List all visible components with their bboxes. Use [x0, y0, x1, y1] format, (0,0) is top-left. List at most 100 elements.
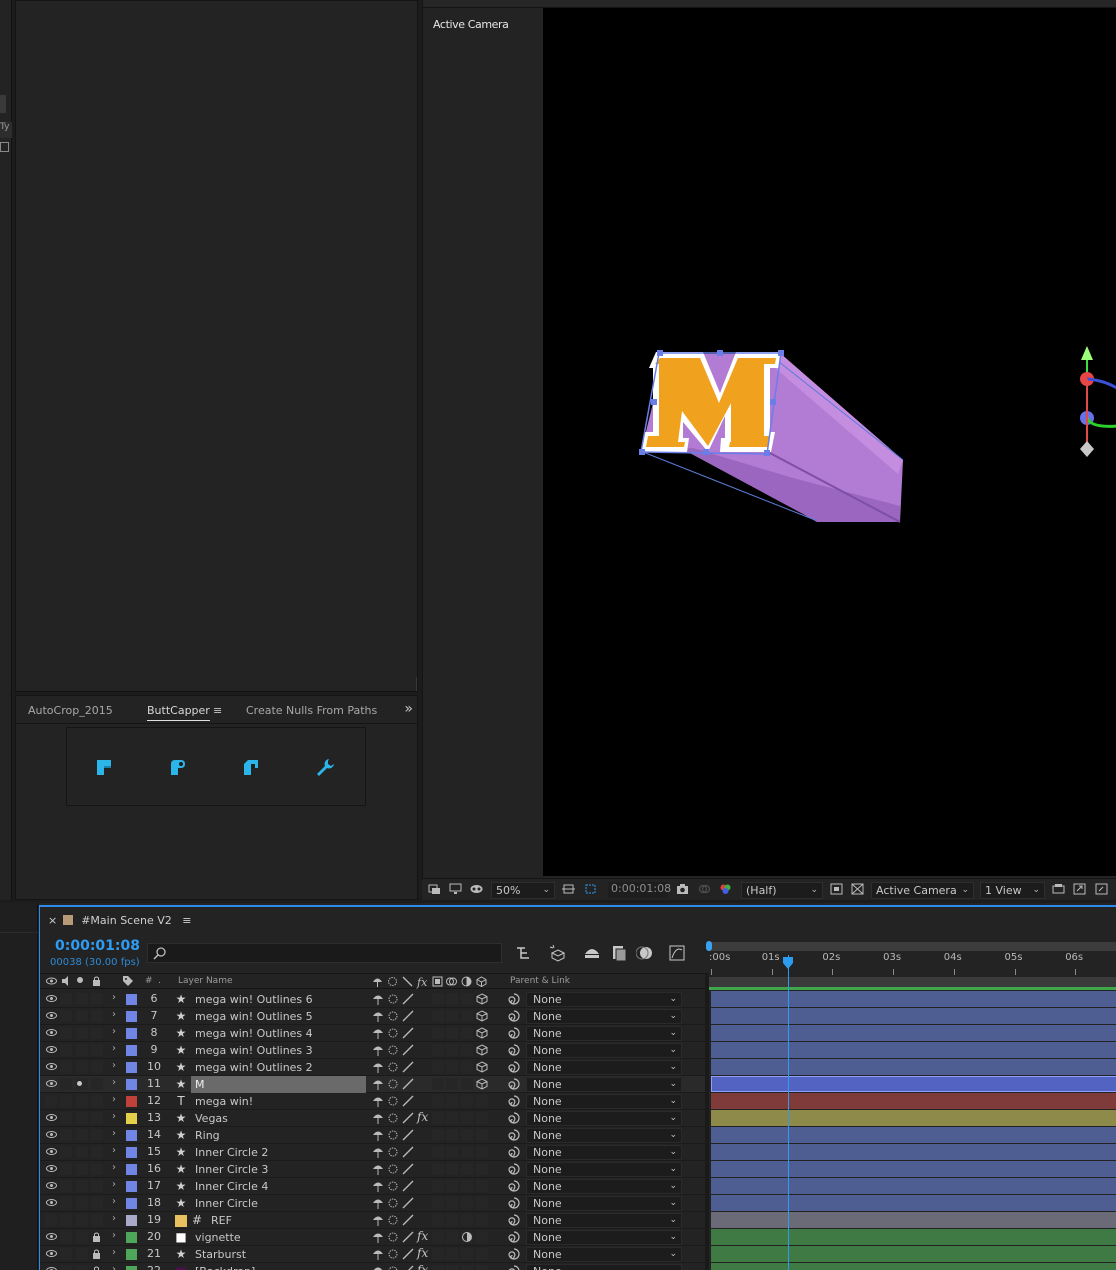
- eye-icon[interactable]: [46, 1199, 57, 1206]
- tab-buttcapper[interactable]: ButtCapper: [147, 704, 210, 721]
- quality-switch-icon[interactable]: [402, 1180, 414, 1192]
- lock-icon[interactable]: [92, 976, 101, 986]
- 3d-cube-icon[interactable]: [476, 1061, 488, 1073]
- audio-icon[interactable]: [61, 976, 72, 986]
- chevron-right-icon[interactable]: ›: [112, 992, 116, 1003]
- switch-box[interactable]: [432, 1061, 444, 1073]
- switch-box[interactable]: [76, 1180, 88, 1192]
- lock-switch-empty[interactable]: [91, 1180, 103, 1192]
- switch-box[interactable]: [76, 1112, 88, 1124]
- label-color[interactable]: [126, 1079, 137, 1090]
- quality-switch-icon[interactable]: [402, 1078, 414, 1090]
- tab-autocrop[interactable]: AutoCrop_2015: [28, 704, 113, 717]
- eye-icon[interactable]: [46, 1063, 57, 1070]
- layer-row[interactable]: › 13 ★ Vegas fx None ⌄: [40, 1110, 709, 1127]
- layer-duration-bar[interactable]: [711, 1008, 1116, 1024]
- switch-box[interactable]: [446, 1129, 458, 1141]
- switch-box[interactable]: [60, 1129, 72, 1141]
- layer-name[interactable]: mega win! Outlines 5: [191, 1008, 366, 1025]
- eye-icon[interactable]: [46, 1250, 57, 1257]
- switch-box[interactable]: [446, 1044, 458, 1056]
- chevron-right-icon[interactable]: ›: [112, 1230, 116, 1241]
- switch-box[interactable]: [461, 993, 473, 1005]
- switch-box[interactable]: [446, 1027, 458, 1039]
- monitor-icon[interactable]: [449, 883, 462, 895]
- resolution-dropdown[interactable]: (Half) ⌄: [741, 882, 823, 899]
- switch-box[interactable]: [432, 1027, 444, 1039]
- switch-box[interactable]: [461, 1197, 473, 1209]
- quality-switch-icon[interactable]: [402, 1010, 414, 1022]
- layer-row[interactable]: › 19 # REF None ⌄: [40, 1212, 709, 1229]
- time-navigator[interactable]: [706, 941, 1116, 951]
- layer-duration-bar[interactable]: [711, 1246, 1116, 1262]
- switch-box[interactable]: [476, 1265, 488, 1270]
- quality-switch-icon[interactable]: [402, 1163, 414, 1175]
- label-color[interactable]: [126, 1215, 137, 1226]
- label-color[interactable]: [126, 1249, 137, 1260]
- label-color[interactable]: [126, 1147, 137, 1158]
- switch-box[interactable]: [76, 1265, 88, 1270]
- layer-name[interactable]: Inner Circle 2: [191, 1144, 366, 1161]
- chevron-right-icon[interactable]: ›: [112, 1111, 116, 1122]
- collapse-switch-icon[interactable]: [387, 993, 399, 1005]
- shy-switch-icon[interactable]: [372, 993, 384, 1005]
- lock-switch-empty[interactable]: [91, 1129, 103, 1141]
- label-color[interactable]: [126, 1181, 137, 1192]
- chevron-right-icon[interactable]: ›: [112, 1077, 116, 1088]
- hierarchy-icon[interactable]: [0, 142, 9, 152]
- layer-name[interactable]: Inner Circle 3: [191, 1161, 366, 1178]
- transparency-grid-icon[interactable]: [851, 883, 864, 895]
- layer-duration-bar[interactable]: [711, 1178, 1116, 1194]
- butt-cap-icon[interactable]: [93, 756, 115, 778]
- pick-whip-icon[interactable]: [507, 1196, 521, 1210]
- chevron-right-icon[interactable]: ›: [112, 1128, 116, 1139]
- switch-box[interactable]: [432, 1095, 444, 1107]
- switch-box[interactable]: [76, 1197, 88, 1209]
- chevron-right-icon[interactable]: ›: [112, 1179, 116, 1190]
- switch-box[interactable]: [461, 1129, 473, 1141]
- switch-box[interactable]: [432, 1197, 444, 1209]
- switch-box[interactable]: [432, 1078, 444, 1090]
- switch-box[interactable]: [432, 1163, 444, 1175]
- lock-switch-empty[interactable]: [91, 1112, 103, 1124]
- switch-box[interactable]: [476, 1231, 488, 1243]
- shy-switch-icon[interactable]: [372, 1146, 384, 1158]
- switch-box[interactable]: [60, 1061, 72, 1073]
- pick-whip-icon[interactable]: [507, 1026, 521, 1040]
- layer-name-column-header[interactable]: Layer Name: [178, 976, 233, 986]
- video-switch-empty[interactable]: [45, 1095, 57, 1107]
- collapse-switch-icon[interactable]: [387, 1078, 399, 1090]
- switch-box[interactable]: [476, 1248, 488, 1260]
- collapse-switch-icon[interactable]: [387, 1146, 399, 1158]
- label-color[interactable]: [126, 1266, 137, 1270]
- layer-search-input[interactable]: [147, 943, 502, 963]
- lock-switch-empty[interactable]: [91, 1214, 103, 1226]
- camera-dropdown[interactable]: Active Camera ⌄: [871, 882, 974, 899]
- layer-name[interactable]: mega win!: [191, 1093, 366, 1110]
- layer-row[interactable]: › 11 ★ M None ⌄: [40, 1076, 709, 1093]
- switch-box[interactable]: [476, 1146, 488, 1158]
- layer-row[interactable]: › 17 ★ Inner Circle 4 None ⌄: [40, 1178, 709, 1195]
- label-color[interactable]: [126, 1096, 137, 1107]
- pick-whip-icon[interactable]: [507, 1043, 521, 1057]
- lock-switch-empty[interactable]: [91, 1027, 103, 1039]
- label-color[interactable]: [126, 994, 137, 1005]
- parent-dropdown[interactable]: None ⌄: [526, 1145, 682, 1160]
- chevron-right-icon[interactable]: ›: [112, 1094, 116, 1105]
- eye-icon[interactable]: [46, 1233, 57, 1240]
- switch-box[interactable]: [60, 1180, 72, 1192]
- shy-layers-icon[interactable]: [583, 944, 601, 962]
- layer-name[interactable]: Inner Circle 4: [191, 1178, 366, 1195]
- switch-box[interactable]: [461, 1078, 473, 1090]
- panel-menu-icon[interactable]: ≡: [213, 704, 222, 717]
- quality-switch-icon[interactable]: [402, 1061, 414, 1073]
- parent-dropdown[interactable]: None ⌄: [526, 1060, 682, 1075]
- label-color[interactable]: [126, 1011, 137, 1022]
- round-cap-icon[interactable]: [167, 756, 189, 778]
- switch-box[interactable]: [461, 1248, 473, 1260]
- switch-box[interactable]: [432, 1112, 444, 1124]
- video-switch-empty[interactable]: [45, 1214, 57, 1226]
- pick-whip-icon[interactable]: [507, 1009, 521, 1023]
- 3d-cube-icon[interactable]: [476, 1027, 488, 1039]
- switch-box[interactable]: [76, 1248, 88, 1260]
